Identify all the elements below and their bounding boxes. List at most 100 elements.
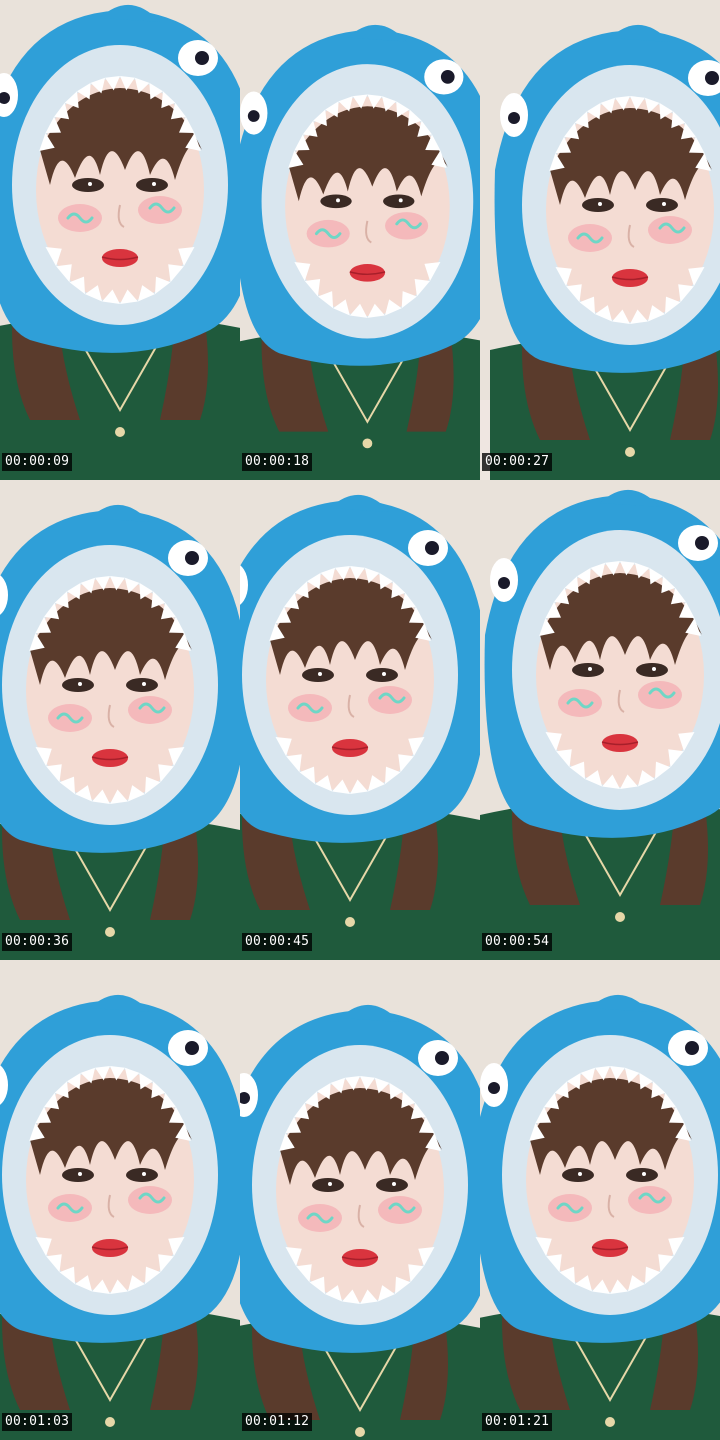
hood-pupil-left [488, 1082, 500, 1094]
hood-pupil-left [498, 577, 510, 589]
character [0, 994, 240, 1440]
pajama-button [355, 1427, 365, 1437]
blush-right [128, 1186, 172, 1214]
eye-highlight-left [588, 667, 592, 671]
hood-pupil-right [440, 69, 455, 84]
pajama-button [625, 447, 635, 457]
eye-highlight-right [392, 1182, 396, 1186]
eye-left [562, 1168, 594, 1182]
eye-highlight-right [662, 202, 666, 206]
timestamp-label: 00:01:21 [482, 1413, 553, 1431]
video-frame: 00:00:36 [0, 480, 240, 960]
video-frame: 00:00:09 [0, 0, 240, 480]
scene-image [0, 960, 240, 1440]
eye-left [572, 663, 604, 677]
character [240, 24, 480, 480]
eye-right [646, 198, 678, 212]
video-frame: 00:00:45 [240, 480, 480, 960]
eye-highlight-right [142, 682, 146, 686]
eye-right [626, 1168, 658, 1182]
scene-image [480, 960, 720, 1440]
eye-highlight-left [78, 1172, 82, 1176]
timestamp-label: 00:00:54 [482, 933, 553, 951]
eye-right [376, 1178, 408, 1192]
hood-pupil-right [185, 551, 199, 565]
timestamp-label: 00:00:18 [242, 453, 313, 471]
character [0, 504, 240, 960]
pajama-button [345, 917, 355, 927]
hood-pupil-left [508, 112, 520, 124]
video-frame: 00:01:21 [480, 960, 720, 1440]
blush-right [648, 216, 692, 244]
blush-right [638, 681, 682, 709]
timestamp-label: 00:00:27 [482, 453, 553, 471]
pajama-button [362, 438, 373, 449]
eye-right [383, 194, 415, 209]
character [0, 4, 240, 480]
timestamp-label: 00:00:45 [242, 933, 313, 951]
timestamp-label: 00:00:09 [2, 453, 73, 471]
hood-pupil-right [425, 541, 439, 555]
hood-pupil-left [247, 110, 260, 122]
eye-right [136, 178, 168, 192]
pajama-button [115, 427, 125, 437]
eye-left [320, 194, 352, 209]
video-frame: 00:00:18 [240, 0, 480, 480]
scene-image [480, 480, 720, 960]
eye-highlight-right [142, 1172, 146, 1176]
hood-pupil-right [705, 71, 719, 85]
character [480, 994, 720, 1440]
blush-right [385, 212, 429, 240]
scene-image [240, 0, 480, 480]
hood-pupil-right [185, 1041, 199, 1055]
video-frame: 00:00:54 [480, 480, 720, 960]
eye-left [62, 678, 94, 692]
eye-highlight-left [598, 202, 602, 206]
hood-pupil-right [435, 1051, 449, 1065]
character [240, 494, 480, 960]
character [480, 489, 720, 960]
blush-right [128, 696, 172, 724]
eye-right [636, 663, 668, 677]
blush-right [628, 1186, 672, 1214]
eye-highlight-left [578, 1172, 582, 1176]
eye-right [126, 1168, 158, 1182]
scene-image [240, 480, 480, 960]
timestamp-label: 00:01:03 [2, 1413, 73, 1431]
timestamp-label: 00:00:36 [2, 933, 73, 951]
eye-left [582, 198, 614, 212]
thumbnail-grid: 00:00:09 00:00:18 00:00:27 00:00:36 00:0… [0, 0, 720, 1440]
video-frame: 00:01:12 [240, 960, 480, 1440]
hood-pupil-right [695, 536, 709, 550]
eye-highlight-left [336, 198, 340, 203]
blush-right [138, 196, 182, 224]
eye-highlight-right [382, 672, 386, 676]
scene-image [480, 0, 720, 480]
hood-pupil-right [195, 51, 209, 65]
eye-left [302, 668, 334, 682]
eye-left [312, 1178, 344, 1192]
video-frame: 00:01:03 [0, 960, 240, 1440]
blush-right [368, 686, 412, 714]
scene-image [0, 480, 240, 960]
eye-highlight-right [642, 1172, 646, 1176]
eye-highlight-right [398, 198, 403, 203]
character [490, 24, 720, 480]
eye-highlight-left [78, 682, 82, 686]
eye-right [366, 668, 398, 682]
pajama-button [605, 1417, 615, 1427]
eye-left [72, 178, 104, 192]
scene-image [240, 960, 480, 1440]
pajama-button [615, 912, 625, 922]
video-frame: 00:00:27 [480, 0, 720, 480]
timestamp-label: 00:01:12 [242, 1413, 313, 1431]
eye-right [126, 678, 158, 692]
character [240, 1004, 480, 1440]
eye-highlight-left [328, 1182, 332, 1186]
scene-image [0, 0, 240, 480]
hood-pupil-right [685, 1041, 699, 1055]
eye-highlight-right [652, 667, 656, 671]
eye-highlight-left [88, 182, 92, 186]
eye-highlight-left [318, 672, 322, 676]
eye-left [62, 1168, 94, 1182]
